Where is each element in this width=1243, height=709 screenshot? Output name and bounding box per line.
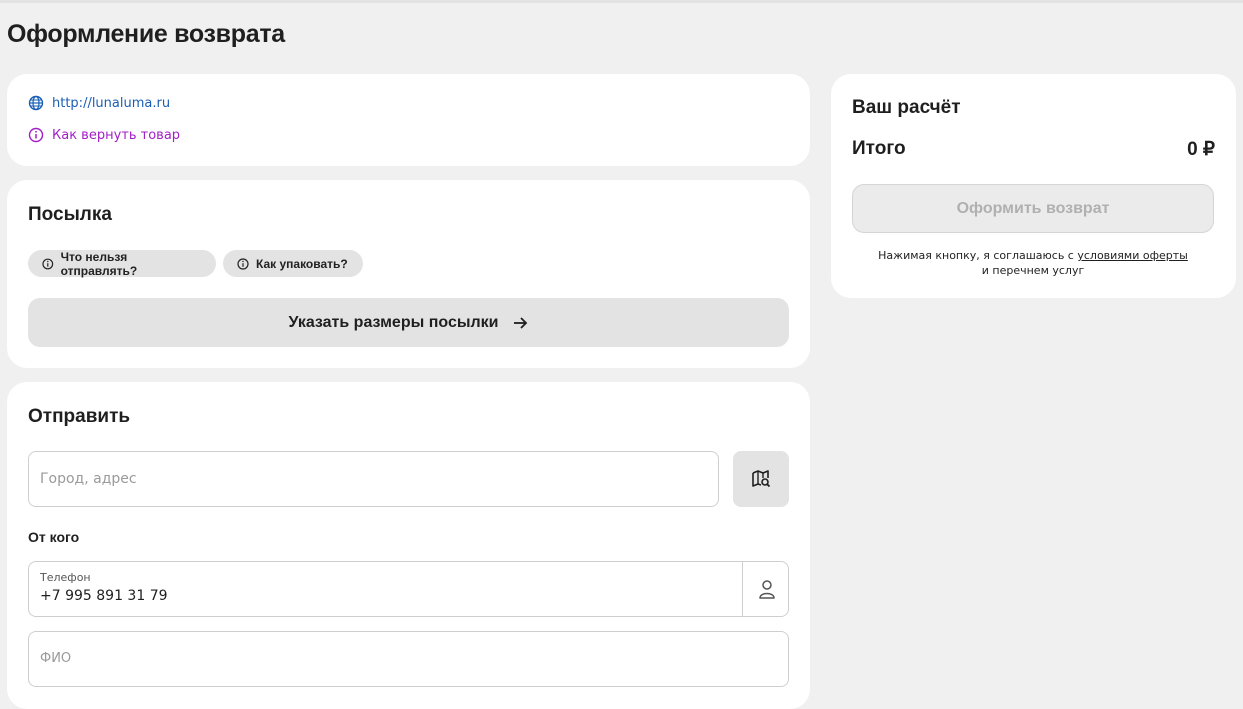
offer-terms-link[interactable]: условиями оферты bbox=[1077, 249, 1188, 262]
map-search-icon bbox=[752, 470, 771, 488]
page-title: Оформление возврата bbox=[7, 20, 285, 48]
globe-icon bbox=[28, 95, 44, 111]
chip-label: Что нельзя отправлять? bbox=[60, 249, 138, 278]
total-label: Итого bbox=[852, 138, 906, 159]
consent-prefix: Нажимая кнопку, я соглашаюсь с bbox=[878, 249, 1074, 262]
fio-input[interactable]: ФИО bbox=[28, 631, 789, 687]
parcel-card: Посылка Что нельзя отправлять? Как упако… bbox=[7, 180, 810, 368]
from-label: От кого bbox=[28, 529, 80, 545]
submit-return-button[interactable]: Оформить возврат bbox=[852, 184, 1214, 233]
calc-title: Ваш расчёт bbox=[852, 97, 961, 118]
what-not-to-send-chip[interactable]: Что нельзя отправлять? bbox=[28, 249, 216, 278]
info-icon bbox=[237, 257, 249, 270]
info-icon bbox=[28, 127, 44, 143]
size-button-label: Указать размеры посылки bbox=[288, 313, 499, 331]
total-value: 0 ₽ bbox=[1187, 139, 1215, 160]
submit-label: Оформить возврат bbox=[956, 199, 1110, 217]
set-parcel-size-button[interactable]: Указать размеры посылки bbox=[28, 298, 789, 347]
map-button[interactable] bbox=[733, 451, 789, 507]
how-to-pack-chip[interactable]: Как упаковать? bbox=[223, 250, 363, 277]
phone-divider bbox=[742, 562, 743, 616]
arrow-right-icon bbox=[513, 316, 527, 329]
consent-text: Нажимая кнопку, я соглашаюсь с условиями… bbox=[852, 248, 1214, 278]
phone-label: Телефон bbox=[40, 571, 91, 584]
person-icon[interactable] bbox=[756, 578, 778, 600]
calculation-card: Ваш расчёт Итого 0 ₽ Оформить возврат На… bbox=[831, 74, 1236, 298]
send-card: Отправить Город, адрес От кого Телефон +… bbox=[7, 382, 810, 709]
chip-label: Как упаковать? bbox=[256, 256, 348, 271]
top-divider bbox=[0, 0, 1243, 3]
site-link-text: http://lunaluma.ru bbox=[52, 95, 171, 111]
consent-suffix: и перечнем услуг bbox=[981, 264, 1085, 277]
phone-field[interactable]: Телефон +7 995 891 31 79 bbox=[28, 561, 789, 617]
address-placeholder: Город, адрес bbox=[40, 471, 137, 487]
links-card: http://lunaluma.ru Как вернуть товар bbox=[7, 74, 810, 166]
fio-placeholder: ФИО bbox=[40, 651, 72, 666]
how-to-return-link[interactable]: Как вернуть товар bbox=[28, 127, 180, 143]
address-input[interactable]: Город, адрес bbox=[28, 451, 719, 507]
parcel-title: Посылка bbox=[28, 204, 112, 225]
phone-value: +7 995 891 31 79 bbox=[40, 588, 168, 604]
send-title: Отправить bbox=[28, 406, 131, 427]
site-link[interactable]: http://lunaluma.ru bbox=[28, 95, 170, 111]
how-to-return-text: Как вернуть товар bbox=[52, 127, 181, 143]
info-icon bbox=[42, 258, 54, 269]
